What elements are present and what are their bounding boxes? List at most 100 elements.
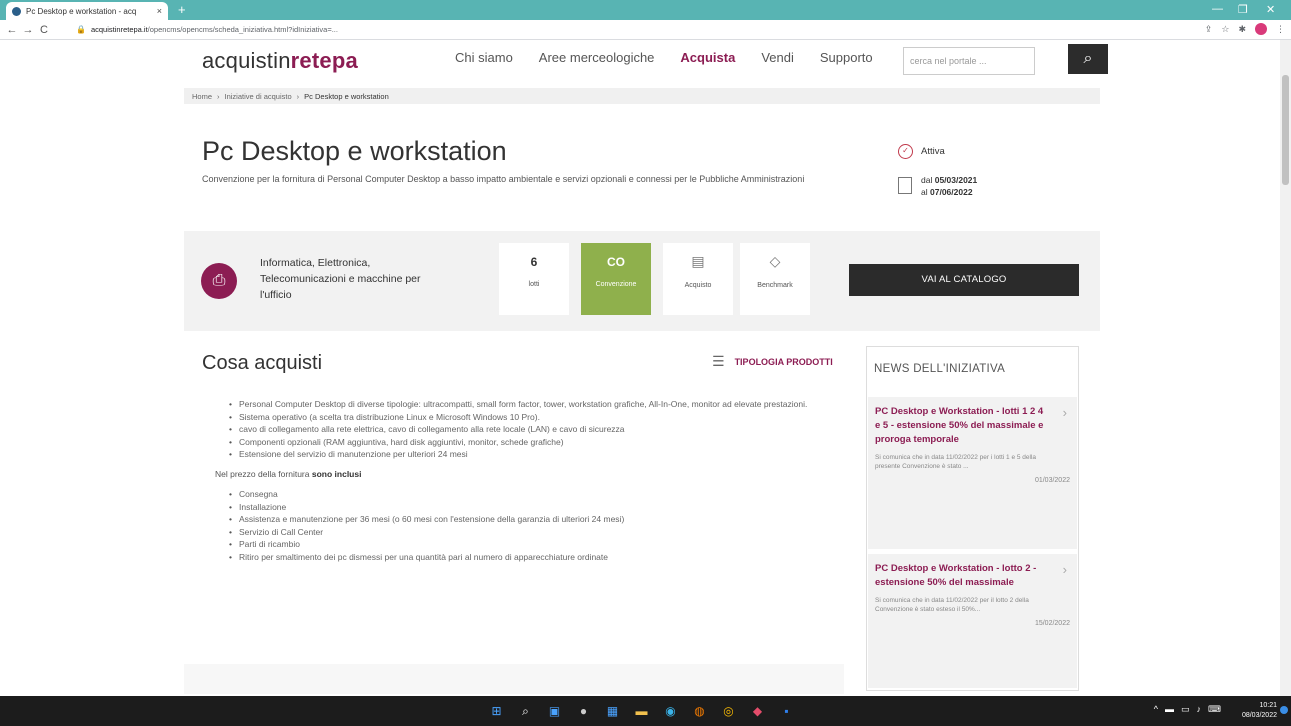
- browser-tab-bar: Pc Desktop e workstation - acq × + — ❐ ✕: [0, 0, 1291, 20]
- tag-icon: ◇: [769, 253, 781, 269]
- content-footer-band: [184, 664, 844, 694]
- document-icon: ▤: [691, 253, 705, 269]
- restore-button[interactable]: ❐: [1238, 3, 1248, 16]
- logo-part-3: pa: [331, 48, 358, 73]
- search-input[interactable]: cerca nel portale ...: [903, 47, 1035, 75]
- news-title[interactable]: PC Desktop e Workstation - lotto 2 - est…: [875, 562, 1045, 590]
- page-scrollbar[interactable]: [1280, 40, 1291, 696]
- page-title: Pc Desktop e workstation: [202, 136, 507, 166]
- list-item: Installazione: [229, 501, 835, 514]
- news-excerpt: Si comunica che in data 11/02/2022 per i…: [875, 597, 1029, 613]
- included-intro-bold: sono inclusi: [311, 468, 362, 479]
- main-nav: Chi siamo Aree merceologiche Acquista Ve…: [455, 50, 873, 65]
- news-title[interactable]: PC Desktop e Workstation - lotti 1 2 4 e…: [875, 405, 1045, 447]
- site-logo[interactable]: acquistinretepa: [202, 48, 358, 74]
- keyboard-icon[interactable]: ⌨: [1208, 704, 1221, 715]
- taskbar-clock[interactable]: 10:21 08/03/2022: [1242, 701, 1277, 721]
- firefox-icon[interactable]: ◍: [690, 702, 709, 721]
- list-item: Servizio di Call Center: [229, 526, 835, 539]
- list-item: Ritiro per smaltimento dei pc dismessi p…: [229, 551, 835, 564]
- search-button[interactable]: ⌕: [1068, 44, 1108, 74]
- page-subtitle: Convenzione per la fornitura di Personal…: [202, 174, 805, 184]
- benchmark-box[interactable]: ◇ Benchmark: [740, 243, 810, 315]
- battery-icon[interactable]: ▭: [1181, 704, 1190, 715]
- status-text: Attiva: [921, 146, 945, 157]
- product-list: Personal Computer Desktop di diverse tip…: [229, 398, 835, 461]
- address-toolbar: ← → C 🔒 acquistinretepa.it /opencms/open…: [0, 20, 1291, 40]
- chevron-right-icon[interactable]: ›: [1063, 405, 1067, 420]
- app-icon[interactable]: ◆: [748, 702, 767, 721]
- share-icon[interactable]: ⇪: [1205, 24, 1213, 35]
- new-tab-button[interactable]: +: [178, 2, 186, 17]
- tipologia-label: TIPOLOGIA PRODOTTI: [734, 356, 833, 367]
- acquisto-box[interactable]: ▤ Acquisto: [663, 243, 733, 315]
- nav-chi-siamo[interactable]: Chi siamo: [455, 50, 513, 65]
- breadcrumb: Home › Iniziative di acquisto › Pc Deskt…: [184, 88, 1100, 104]
- forward-button[interactable]: →: [20, 24, 36, 36]
- date-from: 05/03/2021: [934, 175, 978, 185]
- list-item: cavo di collegamento alla rete elettrica…: [229, 423, 835, 436]
- back-button[interactable]: ←: [4, 24, 20, 36]
- list-item: Componenti opzionali (RAM aggiuntiva, ha…: [229, 436, 835, 449]
- reload-button[interactable]: C: [36, 24, 52, 36]
- search-icon: ⌕: [1083, 50, 1093, 67]
- news-date: 01/03/2022: [1034, 477, 1070, 484]
- menu-icon[interactable]: ⋮: [1276, 24, 1285, 35]
- nav-acquista[interactable]: Acquista: [680, 50, 735, 65]
- url-field[interactable]: 🔒 acquistinretepa.it /opencms/opencms/sc…: [76, 23, 1176, 37]
- breadcrumb-home[interactable]: Home: [192, 92, 212, 101]
- volume-icon[interactable]: ♪: [1197, 704, 1202, 715]
- os-taskbar: ⊞ ⌕ ▣ ● ▦ ▬ ◉ ◍ ◎ ◆ ▪ ^ ▬ ▭ ♪ ⌨ 10:21 08…: [0, 696, 1291, 726]
- news-date: 15/02/2022: [1034, 620, 1070, 627]
- nav-aree-merceologiche[interactable]: Aree merceologiche: [539, 50, 655, 65]
- task-view-icon[interactable]: ▣: [545, 702, 564, 721]
- catalog-button[interactable]: VAI AL CATALOGO: [849, 264, 1079, 296]
- list-item: Consegna: [229, 488, 835, 501]
- chrome-icon[interactable]: ◎: [719, 702, 738, 721]
- lock-icon: 🔒: [76, 25, 86, 34]
- file-explorer-icon[interactable]: ▬: [632, 702, 651, 721]
- browser-tab[interactable]: Pc Desktop e workstation - acq ×: [6, 2, 168, 20]
- calendar-icon: [898, 177, 912, 194]
- news-item[interactable]: PC Desktop e Workstation - lotto 2 - est…: [868, 554, 1077, 688]
- news-header: NEWS DELL'INIZIATIVA: [874, 363, 1006, 375]
- tab-title: Pc Desktop e workstation - acq: [26, 6, 137, 16]
- chevron-up-icon[interactable]: ^: [1154, 704, 1158, 715]
- strumento-code: CO: [607, 255, 625, 269]
- network-icon[interactable]: ▬: [1165, 704, 1174, 715]
- date-to-prefix: al: [921, 187, 928, 197]
- chevron-right-icon[interactable]: ›: [1063, 562, 1067, 577]
- url-host: acquistinretepa.it: [90, 25, 148, 34]
- widgets-icon[interactable]: ▦: [603, 702, 622, 721]
- scrollbar-thumb[interactable]: [1282, 75, 1289, 185]
- strumento-label: Convenzione: [595, 281, 637, 288]
- strumento-box: CO Convenzione: [581, 243, 651, 315]
- included-intro-text: Nel prezzo della fornitura: [215, 468, 310, 479]
- breadcrumb-separator: ›: [296, 92, 300, 101]
- tab-close-icon[interactable]: ×: [157, 6, 162, 16]
- logo-part-2: rete: [290, 48, 332, 73]
- search-taskbar-icon[interactable]: ⌕: [516, 702, 535, 721]
- nav-supporto[interactable]: Supporto: [820, 50, 873, 65]
- chat-icon[interactable]: ●: [574, 702, 593, 721]
- breadcrumb-iniziative[interactable]: Iniziative di acquisto: [225, 92, 292, 101]
- close-window-button[interactable]: ✕: [1266, 3, 1275, 16]
- edge-icon[interactable]: ◉: [661, 702, 680, 721]
- extensions-icon[interactable]: ✱: [1238, 24, 1246, 35]
- news-item[interactable]: PC Desktop e Workstation - lotti 1 2 4 e…: [868, 397, 1077, 549]
- word-icon[interactable]: ▪: [777, 702, 796, 721]
- minimize-button[interactable]: —: [1212, 3, 1223, 15]
- taskbar-apps: ⊞ ⌕ ▣ ● ▦ ▬ ◉ ◍ ◎ ◆ ▪: [487, 702, 796, 721]
- section-content: Personal Computer Desktop di diverse tip…: [215, 398, 835, 563]
- notification-icon[interactable]: [1280, 706, 1288, 714]
- menu-lines-icon: ☰: [712, 353, 725, 369]
- list-item: Parti di ricambio: [229, 538, 835, 551]
- star-icon[interactable]: ☆: [1221, 24, 1229, 35]
- nav-vendi[interactable]: Vendi: [761, 50, 794, 65]
- url-path: /opencms/opencms/scheda_iniziativa.html?…: [147, 25, 338, 34]
- start-icon[interactable]: ⊞: [487, 702, 506, 721]
- tipologia-prodotti-link[interactable]: ☰ TIPOLOGIA PRODOTTI: [712, 353, 833, 370]
- date-to: 07/06/2022: [930, 187, 973, 197]
- printer-icon: ⎙: [201, 263, 237, 299]
- profile-avatar[interactable]: [1255, 23, 1267, 35]
